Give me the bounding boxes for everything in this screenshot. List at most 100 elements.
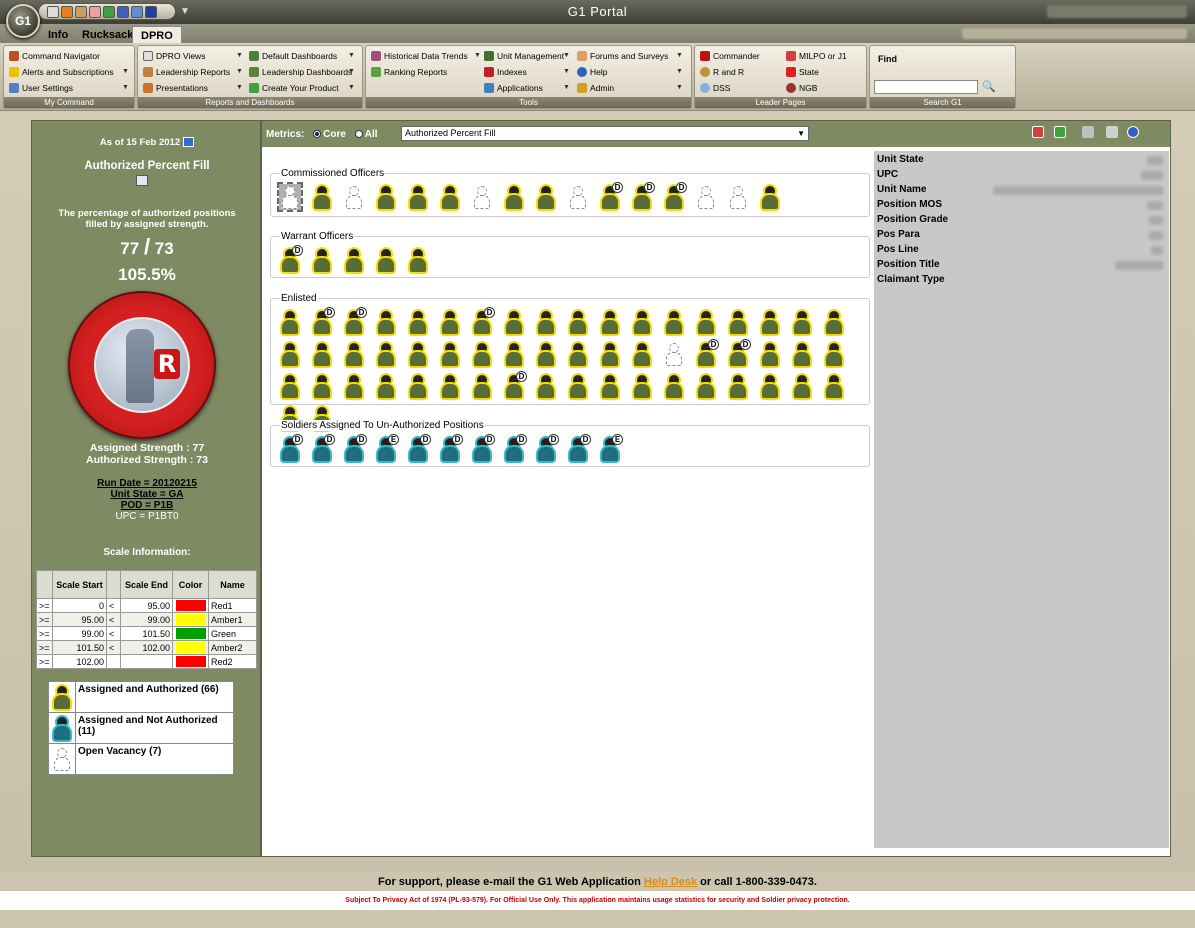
- soldier-assigned-icon[interactable]: [343, 341, 365, 367]
- menu-user-settings[interactable]: User Settings ▼: [8, 81, 129, 95]
- soldier-assigned-icon[interactable]: [759, 373, 781, 399]
- soldier-assigned-icon[interactable]: [407, 373, 429, 399]
- radio-all[interactable]: [354, 130, 363, 139]
- soldier-assigned-icon[interactable]: [439, 309, 461, 335]
- menu-dss[interactable]: DSS: [699, 81, 730, 95]
- soldier-assigned-icon[interactable]: [471, 341, 493, 367]
- search-input[interactable]: [874, 80, 978, 94]
- soldier-assigned-icon[interactable]: [503, 341, 525, 367]
- soldier-assigned-icon[interactable]: [759, 341, 781, 367]
- soldier-assigned-icon[interactable]: [407, 247, 429, 273]
- soldier-assigned-icon[interactable]: [567, 341, 589, 367]
- soldier-assigned-icon[interactable]: [663, 373, 685, 399]
- soldier-assigned-icon[interactable]: [375, 373, 397, 399]
- soldier-assigned-icon[interactable]: [567, 373, 589, 399]
- pod-link[interactable]: POD = P1B: [32, 500, 262, 511]
- soldier-assigned-icon[interactable]: D: [343, 307, 367, 335]
- soldier-assigned-icon[interactable]: [759, 309, 781, 335]
- menu-create-your-product[interactable]: Create Your Product ▼: [248, 81, 355, 95]
- soldier-assigned-icon[interactable]: [663, 309, 685, 335]
- soldier-assigned-icon[interactable]: [407, 184, 429, 210]
- help-desk-link[interactable]: Help Desk: [644, 876, 697, 888]
- soldier-assigned-icon[interactable]: [279, 309, 301, 335]
- soldier-assigned-icon[interactable]: [535, 184, 557, 210]
- soldier-assigned-icon[interactable]: [471, 373, 493, 399]
- tab-dpro[interactable]: DPRO: [132, 26, 182, 44]
- soldier-assigned-icon[interactable]: [535, 341, 557, 367]
- soldier-assigned-icon[interactable]: D: [599, 182, 623, 210]
- soldier-assigned-icon[interactable]: [631, 341, 653, 367]
- soldier-assigned-icon[interactable]: [727, 309, 749, 335]
- unit-state-link[interactable]: Unit State = GA: [32, 489, 262, 500]
- soldier-assigned-icon[interactable]: D: [663, 182, 687, 210]
- vacancy-icon[interactable]: [663, 341, 685, 367]
- menu-leadership-dashboards[interactable]: Leadership Dashboards ▼: [248, 65, 355, 79]
- soldier-unauthorized-icon[interactable]: D: [471, 434, 495, 462]
- soldier-assigned-icon[interactable]: [791, 309, 813, 335]
- menu-indexes[interactable]: Indexes ▼: [483, 65, 570, 79]
- vacancy-icon[interactable]: [277, 182, 303, 212]
- menu-dpro-views[interactable]: DPRO Views ▼: [142, 49, 243, 63]
- menu-state[interactable]: State: [785, 65, 819, 79]
- soldier-unauthorized-icon[interactable]: D: [311, 434, 335, 462]
- run-date-link[interactable]: Run Date = 20120215: [32, 478, 262, 489]
- chart-icon[interactable]: [136, 175, 148, 186]
- search-icon[interactable]: 🔍: [982, 80, 996, 93]
- soldier-assigned-icon[interactable]: [535, 373, 557, 399]
- menu-default-dashboards[interactable]: Default Dashboards ▼: [248, 49, 355, 63]
- soldier-assigned-icon[interactable]: [375, 247, 397, 273]
- vacancy-icon[interactable]: [343, 184, 365, 210]
- menu-milpo-j1[interactable]: MILPO or J1: [785, 49, 847, 63]
- soldier-unauthorized-icon[interactable]: D: [279, 434, 303, 462]
- soldier-assigned-icon[interactable]: [695, 373, 717, 399]
- soldier-assigned-icon[interactable]: [695, 309, 717, 335]
- soldier-assigned-icon[interactable]: [631, 309, 653, 335]
- soldier-assigned-icon[interactable]: [375, 309, 397, 335]
- pin-icon[interactable]: [1106, 126, 1118, 138]
- menu-applications[interactable]: Applications ▼: [483, 81, 570, 95]
- soldier-assigned-icon[interactable]: D: [631, 182, 655, 210]
- g1-logo[interactable]: G1: [6, 4, 40, 38]
- soldier-unauthorized-icon[interactable]: D: [567, 434, 591, 462]
- radio-core[interactable]: [313, 130, 322, 139]
- vacancy-icon[interactable]: [471, 184, 493, 210]
- soldier-assigned-icon[interactable]: [791, 341, 813, 367]
- metric-dropdown[interactable]: Authorized Percent Fill ▼: [401, 126, 809, 141]
- soldier-assigned-icon[interactable]: [727, 373, 749, 399]
- soldier-assigned-icon[interactable]: [535, 309, 557, 335]
- soldier-assigned-icon[interactable]: [439, 373, 461, 399]
- menu-alerts-subscriptions[interactable]: Alerts and Subscriptions ▼: [8, 65, 129, 79]
- menu-unit-management[interactable]: Unit Management ▼: [483, 49, 570, 63]
- menu-ngb[interactable]: NGB: [785, 81, 817, 95]
- calendar-icon[interactable]: [183, 137, 195, 148]
- soldier-assigned-icon[interactable]: [759, 184, 781, 210]
- soldier-assigned-icon[interactable]: [343, 247, 365, 273]
- soldier-assigned-icon[interactable]: [567, 309, 589, 335]
- soldier-assigned-icon[interactable]: [599, 309, 621, 335]
- soldier-assigned-icon[interactable]: [599, 373, 621, 399]
- soldier-assigned-icon[interactable]: D: [727, 339, 751, 367]
- soldier-assigned-icon[interactable]: [631, 373, 653, 399]
- soldier-unauthorized-icon[interactable]: D: [535, 434, 559, 462]
- soldier-unauthorized-icon[interactable]: D: [439, 434, 463, 462]
- soldier-assigned-icon[interactable]: [823, 341, 845, 367]
- soldier-assigned-icon[interactable]: [311, 373, 333, 399]
- soldier-assigned-icon[interactable]: [375, 341, 397, 367]
- menu-r-and-r[interactable]: R and R: [699, 65, 744, 79]
- soldier-assigned-icon[interactable]: [503, 184, 525, 210]
- soldier-assigned-icon[interactable]: [311, 247, 333, 273]
- soldier-assigned-icon[interactable]: [503, 309, 525, 335]
- vacancy-icon[interactable]: [695, 184, 717, 210]
- soldier-assigned-icon[interactable]: [311, 184, 333, 210]
- soldier-assigned-icon[interactable]: D: [695, 339, 719, 367]
- export-pdf-icon[interactable]: [1032, 126, 1044, 138]
- vacancy-icon[interactable]: [727, 184, 749, 210]
- soldier-assigned-icon[interactable]: [279, 373, 301, 399]
- soldier-assigned-icon[interactable]: [279, 341, 301, 367]
- soldier-assigned-icon[interactable]: D: [471, 307, 495, 335]
- soldier-assigned-icon[interactable]: [599, 341, 621, 367]
- soldier-unauthorized-icon[interactable]: D: [343, 434, 367, 462]
- soldier-assigned-icon[interactable]: [375, 184, 397, 210]
- soldier-assigned-icon[interactable]: [823, 309, 845, 335]
- menu-historical-data-trends[interactable]: Historical Data Trends ▼: [370, 49, 481, 63]
